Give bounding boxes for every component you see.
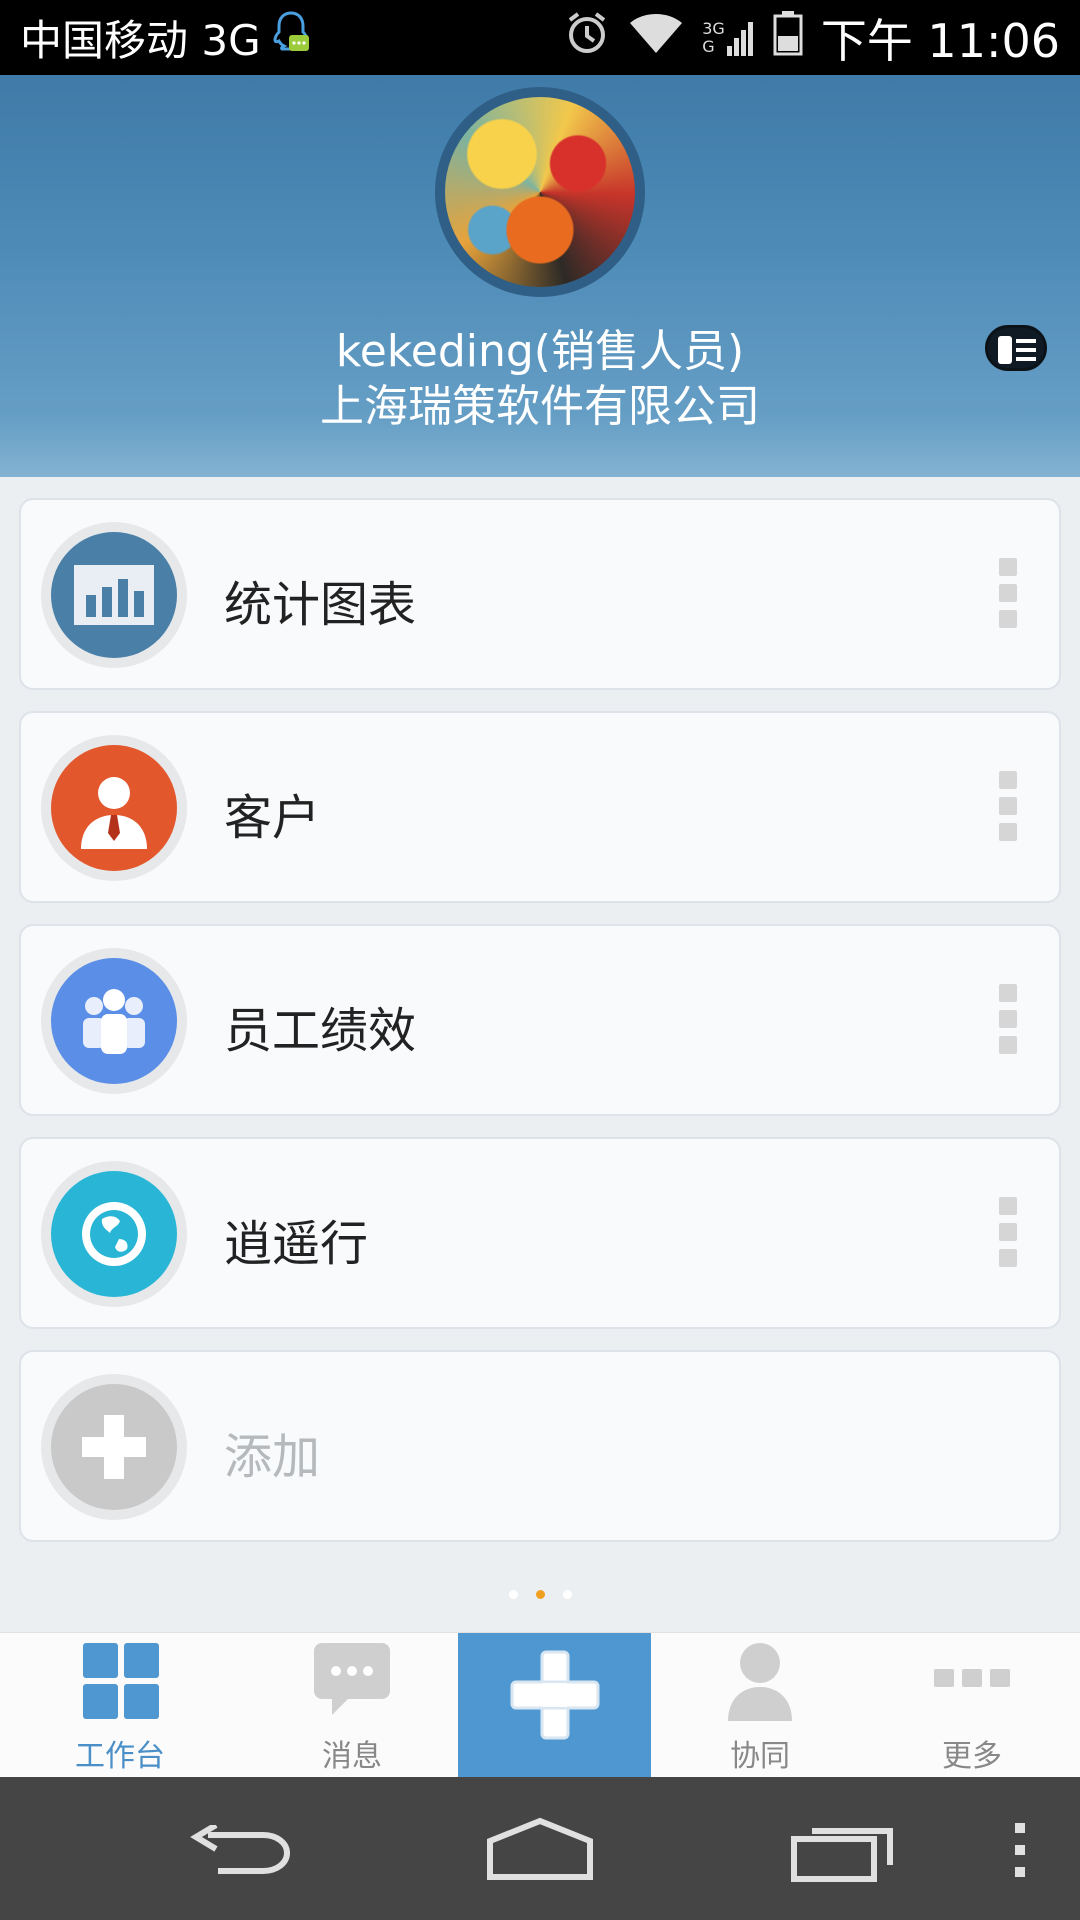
page-dot: [508, 1590, 518, 1599]
network-type-bottom: G: [702, 36, 715, 56]
home-icon[interactable]: [484, 1817, 596, 1881]
page-dot: [562, 1590, 572, 1599]
card-label: 添加: [224, 1429, 321, 1485]
card-more-handle[interactable]: [999, 771, 1021, 847]
bottom-tab-bar: 工作台 消息 协同 更多: [0, 1632, 1080, 1778]
card-label: 统计图表: [224, 577, 417, 633]
recent-apps-icon[interactable]: [790, 1819, 898, 1883]
status-bar: 中国移动 3G 3G G 下午 11:06: [0, 0, 1080, 75]
tab-more[interactable]: 更多: [872, 1633, 1072, 1778]
team-people-icon: [51, 958, 177, 1084]
card-more-handle[interactable]: [999, 1197, 1021, 1273]
more-dots-icon: [934, 1669, 1010, 1687]
menu-toggle-button[interactable]: [985, 325, 1047, 371]
card-more-handle[interactable]: [999, 558, 1021, 634]
profile-company: 上海瑞策软件有限公司: [320, 381, 760, 432]
battery-icon: [773, 10, 803, 66]
page-indicator: [0, 1590, 1080, 1599]
customer-person-icon: [51, 745, 177, 871]
card-employee-performance[interactable]: 员工绩效: [19, 924, 1061, 1116]
card-statistics[interactable]: 统计图表: [19, 498, 1061, 690]
card-label: 客户: [224, 790, 321, 846]
tab-collaboration[interactable]: 协同: [660, 1633, 860, 1778]
card-label: 员工绩效: [224, 1003, 417, 1059]
person-icon: [728, 1643, 792, 1721]
card-add[interactable]: 添加: [19, 1350, 1061, 1542]
plus-icon: [510, 1650, 600, 1740]
card-customers[interactable]: 客户: [19, 711, 1061, 903]
plus-icon: [51, 1384, 177, 1510]
tab-add-button[interactable]: [458, 1633, 651, 1778]
status-time: 下午 11:06: [820, 13, 1060, 68]
status-right: 3G G 下午 11:06: [564, 5, 1060, 71]
bar-chart-icon: [51, 532, 177, 658]
status-left: 中国移动 3G: [20, 7, 311, 68]
chat-bubble-icon: [314, 1643, 390, 1715]
qq-notification-icon: [271, 9, 311, 67]
menu-toggle-icon: [998, 336, 1036, 364]
tab-label: 协同: [730, 1739, 790, 1774]
network-type-top: 3G: [702, 18, 725, 38]
tab-label: 消息: [322, 1739, 382, 1774]
tab-workbench[interactable]: 工作台: [20, 1633, 220, 1778]
card-more-handle[interactable]: [999, 984, 1021, 1060]
alarm-icon: [564, 10, 610, 66]
globe-icon: [51, 1171, 177, 1297]
signal-icon: 3G G: [702, 18, 755, 58]
card-travel[interactable]: 逍遥行: [19, 1137, 1061, 1329]
wifi-icon: [628, 11, 684, 65]
carrier-text: 中国移动 3G: [20, 16, 261, 65]
avatar[interactable]: [435, 87, 645, 297]
tab-messages[interactable]: 消息: [252, 1633, 452, 1778]
card-label: 逍遥行: [224, 1216, 369, 1272]
tab-label: 工作台: [75, 1739, 165, 1774]
tab-label: 更多: [942, 1739, 1002, 1774]
system-navigation-bar: [0, 1777, 1080, 1920]
overflow-menu-icon[interactable]: [1012, 1823, 1028, 1879]
profile-header: kekeding(销售人员) 上海瑞策软件有限公司: [0, 75, 1080, 477]
page-dot-active: [535, 1590, 545, 1599]
back-icon[interactable]: [188, 1825, 292, 1877]
grid-icon: [83, 1643, 159, 1719]
